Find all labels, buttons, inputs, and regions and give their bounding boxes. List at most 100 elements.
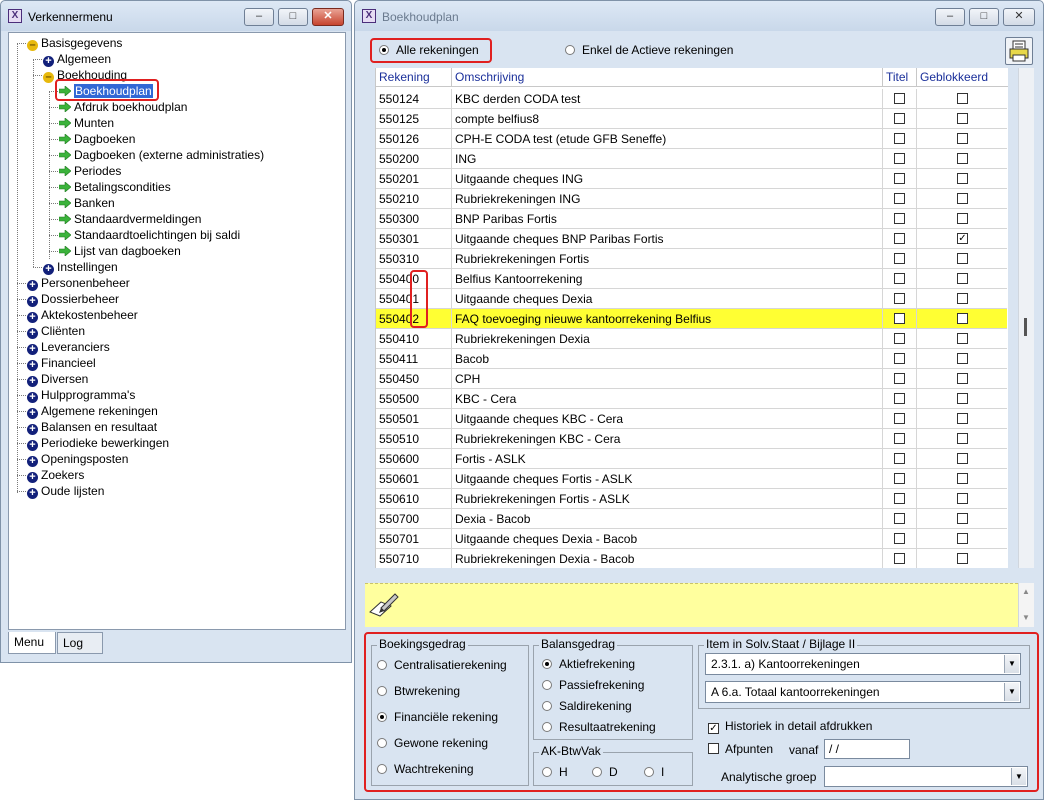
titel-checkbox[interactable] [894,93,905,104]
titel-checkbox[interactable] [894,353,905,364]
boekingsgedrag-radio[interactable]: Gewone rekening [377,736,488,750]
ak-btwvak-radio[interactable]: D [592,765,618,779]
historiek-checkbox[interactable]: ✓ Historiek in detail afdrukken [708,719,872,734]
scroll-down-icon[interactable]: ▼ [1022,613,1030,622]
geblokkeerd-checkbox[interactable] [957,393,968,404]
table-row[interactable]: 550125 compte belfius8 [376,109,1007,129]
chevron-down-icon[interactable]: ▼ [1004,683,1019,701]
column-header[interactable]: Geblokkeerd [917,68,1008,87]
table-row[interactable]: 550610 Rubriekrekeningen Fortis - ASLK [376,489,1007,509]
geblokkeerd-checkbox[interactable] [957,473,968,484]
tree-item[interactable]: + Instellingen [43,259,118,275]
table-row[interactable]: 550410 Rubriekrekeningen Dexia [376,329,1007,349]
titel-checkbox[interactable] [894,393,905,404]
table-row[interactable]: 550701 Uitgaande cheques Dexia - Bacob [376,529,1007,549]
note-scrollbar[interactable]: ▲ ▼ [1018,583,1034,627]
ak-btwvak-radio[interactable]: H [542,765,568,779]
tree-item[interactable]: + Diversen [27,371,88,387]
geblokkeerd-checkbox[interactable] [957,173,968,184]
geblokkeerd-checkbox[interactable] [957,253,968,264]
minimize-button[interactable]: – [935,8,965,26]
table-row[interactable]: 550450 CPH [376,369,1007,389]
balansgedrag-radio[interactable]: Saldirekening [542,699,632,713]
table-row[interactable]: 550710 Rubriekrekeningen Dexia - Bacob [376,549,1007,568]
titel-checkbox[interactable] [894,233,905,244]
boekingsgedrag-radio[interactable]: Centralisatierekening [377,658,507,672]
tree-item[interactable]: + Algemene rekeningen [27,403,158,419]
geblokkeerd-checkbox[interactable] [957,213,968,224]
geblokkeerd-checkbox[interactable] [957,193,968,204]
minimize-button[interactable]: – [244,8,274,26]
table-row[interactable]: 550300 BNP Paribas Fortis [376,209,1007,229]
geblokkeerd-checkbox[interactable] [957,513,968,524]
table-row[interactable]: 550400 Belfius Kantoorrekening [376,269,1007,289]
tree-item[interactable]: + Periodieke bewerkingen [27,435,169,451]
boekingsgedrag-radio[interactable]: Btwrekening [377,684,460,698]
table-row[interactable]: 550700 Dexia - Bacob [376,509,1007,529]
table-row[interactable]: 550510 Rubriekrekeningen KBC - Cera [376,429,1007,449]
tree-item[interactable]: + Openingsposten [27,451,128,467]
geblokkeerd-checkbox[interactable] [957,533,968,544]
table-row[interactable]: 550402 FAQ toevoeging nieuwe kantoorreken… [376,309,1007,329]
tree-item[interactable]: – Basisgegevens [27,35,122,51]
solv-select-1[interactable]: 2.3.1. a) Kantoorrekeningen ▼ [705,653,1021,675]
tree-item[interactable]: Standaardvermeldingen [59,211,201,227]
table-row[interactable]: 550124 KBC derden CODA test [376,89,1007,109]
scroll-thumb[interactable] [1024,318,1027,336]
titel-checkbox[interactable] [894,273,905,284]
column-header[interactable]: Omschrijving [452,68,883,87]
titel-checkbox[interactable] [894,493,905,504]
tree-item[interactable]: + Oude lijsten [27,483,104,499]
titel-checkbox[interactable] [894,373,905,384]
tree-item[interactable]: + Hulpprogramma's [27,387,135,403]
geblokkeerd-checkbox[interactable] [957,413,968,424]
geblokkeerd-checkbox[interactable] [957,113,968,124]
scroll-up-icon[interactable]: ▲ [1022,587,1030,596]
maximize-button[interactable]: □ [969,8,999,26]
geblokkeerd-checkbox[interactable] [957,353,968,364]
geblokkeerd-checkbox[interactable] [957,453,968,464]
close-button[interactable]: ✕ [1003,8,1035,26]
vanaf-date-input[interactable]: / / [824,739,910,759]
geblokkeerd-checkbox[interactable] [957,433,968,444]
table-row[interactable]: 550126 CPH-E CODA test (etude GFB Seneffe… [376,129,1007,149]
tree-item[interactable]: + Aktekostenbeheer [27,307,138,323]
geblokkeerd-checkbox[interactable]: ✓ [957,233,968,244]
titel-checkbox[interactable] [894,253,905,264]
titel-checkbox[interactable] [894,553,905,564]
titel-checkbox[interactable] [894,213,905,224]
geblokkeerd-checkbox[interactable] [957,93,968,104]
tree-item[interactable]: + Algemeen [43,51,111,67]
titel-checkbox[interactable] [894,173,905,184]
grid-scrollbar[interactable] [1018,68,1034,568]
chevron-down-icon[interactable]: ▼ [1004,655,1019,673]
titel-checkbox[interactable] [894,153,905,164]
tree-item[interactable]: Betalingscondities [59,179,171,195]
table-row[interactable]: 550601 Uitgaande cheques Fortis - ASLK [376,469,1007,489]
titel-checkbox[interactable] [894,293,905,304]
table-row[interactable]: 550201 Uitgaande cheques ING [376,169,1007,189]
tree-item[interactable]: Munten [59,115,114,131]
table-row[interactable]: 550500 KBC - Cera [376,389,1007,409]
tree-item[interactable]: Lijst van dagboeken [59,243,181,259]
tree-item[interactable]: + Cliënten [27,323,85,339]
tree-item[interactable]: + Dossierbeheer [27,291,119,307]
tree-item[interactable]: Afdruk boekhoudplan [59,99,187,115]
afpunten-checkbox[interactable]: Afpunten [708,742,773,756]
table-row[interactable]: 550301 Uitgaande cheques BNP Paribas Fort… [376,229,1007,249]
print-icon[interactable] [1005,37,1033,65]
tree-item[interactable]: + Leveranciers [27,339,110,355]
boekhoudplan-titlebar[interactable]: X Boekhoudplan – □ ✕ [355,1,1043,31]
titel-checkbox[interactable] [894,193,905,204]
table-row[interactable]: 550600 Fortis - ASLK [376,449,1007,469]
geblokkeerd-checkbox[interactable] [957,153,968,164]
geblokkeerd-checkbox[interactable] [957,493,968,504]
column-header[interactable]: Titel [883,68,917,87]
column-header[interactable]: Rekening [376,68,452,87]
tree-item[interactable]: + Balansen en resultaat [27,419,157,435]
geblokkeerd-checkbox[interactable] [957,553,968,564]
geblokkeerd-checkbox[interactable] [957,273,968,284]
boekingsgedrag-radio[interactable]: Wachtrekening [377,762,474,776]
analytische-groep-select[interactable]: ▼ [824,766,1028,787]
tab-menu[interactable]: Menu [8,632,56,654]
